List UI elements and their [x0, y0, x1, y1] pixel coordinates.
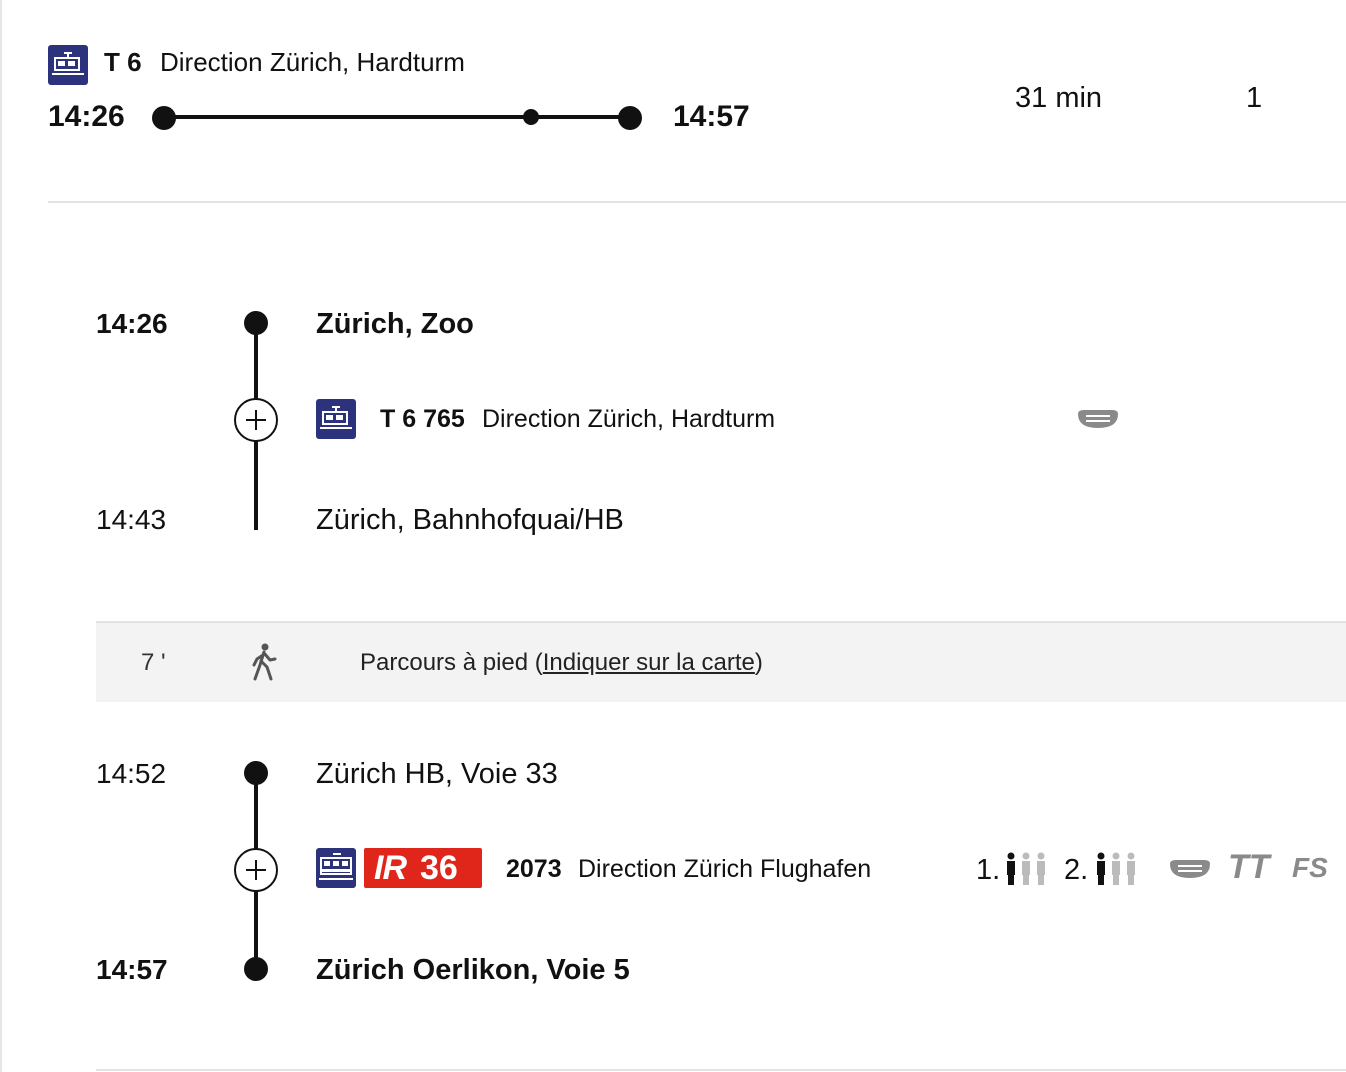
walk-duration: 7 '	[141, 649, 166, 676]
train-icon	[316, 848, 356, 888]
leg-arrival-time: 14:57	[96, 954, 168, 985]
ir-product-badge: IR 36	[364, 848, 482, 888]
timeline-end-dot	[618, 106, 642, 130]
summary-line-label: T 6	[104, 47, 142, 77]
timeline-change-dot	[523, 109, 539, 125]
summary-arrival-time: 14:57	[673, 100, 750, 133]
attribute-fs: FS	[1292, 852, 1328, 883]
mask-icon	[1170, 860, 1210, 878]
stop-dot	[244, 311, 268, 335]
pedestrian-icon	[252, 643, 277, 681]
occupancy-icon	[1007, 852, 1045, 885]
walk-text: Parcours à pied	[360, 649, 529, 676]
stop-dot	[244, 957, 268, 981]
arrival-stop: Zürich, Bahnhofquai/HB	[316, 504, 624, 536]
product-label: IR	[374, 848, 407, 887]
timeline-line	[164, 115, 630, 119]
show-on-map-link[interactable]: Indiquer sur la carte	[543, 649, 755, 676]
product-number: 36	[420, 848, 458, 887]
class-label: 1.	[976, 854, 1001, 886]
tram-icon	[48, 45, 88, 85]
occupancy-icon	[1097, 852, 1135, 885]
leg-direction: Direction Zürich Flughafen	[578, 855, 872, 883]
leg-line-number: T 6 765	[380, 405, 465, 433]
walk-info: Parcours à pied (Indiquer sur la carte)	[360, 649, 763, 677]
summary-direction: Direction Zürich, Hardturm	[160, 47, 465, 77]
departure-stop: Zürich HB, Voie 33	[316, 758, 558, 790]
class-label: 2.	[1064, 854, 1089, 886]
plus-icon	[246, 410, 266, 430]
bottom-divider	[96, 1069, 1346, 1071]
tram-icon	[316, 399, 356, 439]
expand-button[interactable]	[234, 398, 278, 442]
walk-paren-open: (	[534, 649, 543, 676]
departure-stop: Zürich, Zoo	[316, 308, 474, 340]
summary-duration: 31 min	[1015, 82, 1103, 114]
leg-departure-time: 14:52	[96, 758, 167, 789]
attribute-tt: TT	[1228, 848, 1270, 886]
left-border	[0, 0, 2, 1072]
expand-button[interactable]	[234, 848, 278, 892]
walk-paren-close: )	[754, 649, 763, 676]
leg-arrival-time: 14:43	[96, 504, 167, 535]
leg-direction: Direction Zürich, Hardturm	[482, 405, 776, 433]
stop-dot	[244, 761, 268, 785]
summary-divider	[48, 201, 1346, 203]
summary-changes: 1	[1246, 82, 1263, 114]
summary-departure-time: 14:26	[48, 100, 125, 133]
mask-icon	[1078, 410, 1118, 428]
plus-icon	[246, 860, 266, 880]
walk-segment: 7 ' Parcours à pied (Indiquer sur la car…	[96, 621, 1346, 702]
leg-departure-time: 14:26	[96, 308, 168, 339]
leg-train-number: 2073	[506, 855, 562, 883]
arrival-stop: Zürich Oerlikon, Voie 5	[316, 954, 630, 986]
